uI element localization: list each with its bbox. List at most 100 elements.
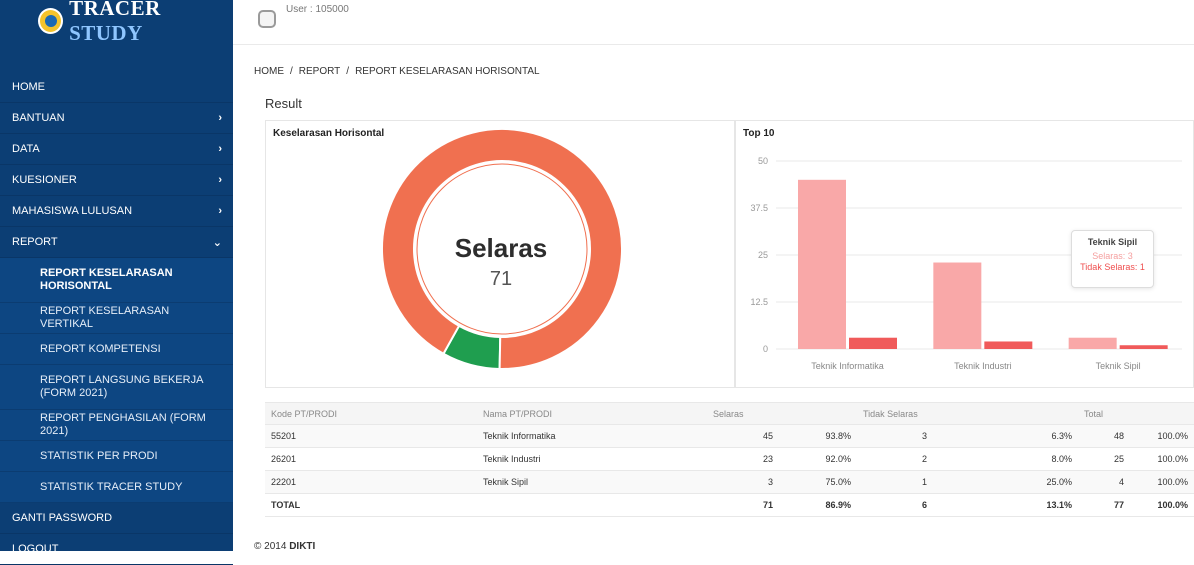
col-header-tidak-pct	[933, 402, 1078, 425]
submenu-report-penghasilan[interactable]: REPORT PENGHASILAN (FORM 2021)	[0, 410, 233, 441]
submenu-statistik-tracer-study[interactable]: STATISTIK TRACER STUDY	[0, 472, 233, 503]
chart-tooltip: Teknik Sipil Selaras: 3 Tidak Selaras: 1	[1071, 230, 1154, 288]
sidebar-item-data[interactable]: DATA ›	[0, 134, 233, 165]
table-row: 22201 Teknik Sipil 3 75.0% 1 25.0% 4 100…	[265, 470, 1194, 494]
y-tick-label: 0	[763, 344, 768, 354]
tut-wuri-logo-icon	[38, 8, 64, 34]
bar-panel-title: Top 10	[743, 128, 775, 139]
cell-kode: 26201	[265, 447, 477, 471]
submenu-report-keselarasan-vertikal[interactable]: REPORT KESELARASAN VERTIKAL	[0, 303, 233, 334]
chevron-right-icon: ›	[218, 112, 222, 124]
chevron-down-icon: ⌄	[212, 236, 222, 249]
bar-selaras[interactable]	[798, 179, 846, 349]
x-tick-label: Teknik Informatika	[811, 361, 884, 371]
cell-tidak-pct: 8.0%	[933, 447, 1078, 471]
col-header-selaras[interactable]: Selaras	[707, 402, 779, 425]
footer-org: DIKTI	[289, 541, 316, 552]
sidebar-item-kuesioner[interactable]: KUESIONER ›	[0, 165, 233, 196]
cell-total: 25	[1078, 447, 1130, 471]
col-header-kode[interactable]: Kode PT/PRODI	[265, 402, 477, 425]
col-header-total-pct	[1130, 402, 1194, 425]
chevron-right-icon: ›	[218, 205, 222, 217]
donut-center-value: 71	[489, 268, 513, 290]
tooltip-title: Teknik Sipil	[1087, 237, 1138, 247]
breadcrumb-report[interactable]: REPORT	[299, 66, 341, 77]
cell-total-selaras: 71	[707, 493, 779, 517]
submenu-report-langsung-bekerja[interactable]: REPORT LANGSUNG BEKERJA (FORM 2021)	[0, 365, 233, 410]
cell-kode: 22201	[265, 470, 477, 494]
cell-tidak: 1	[857, 470, 933, 494]
cell-total-label: TOTAL	[265, 493, 477, 517]
breadcrumb-home[interactable]: HOME	[254, 66, 284, 77]
cell-tidak-pct: 25.0%	[933, 470, 1078, 494]
cell-total-total-pct: 100.0%	[1130, 493, 1194, 517]
bar-tidak-selaras[interactable]	[984, 341, 1033, 349]
bar-tidak-selaras[interactable]	[1119, 345, 1168, 349]
breadcrumb-current: REPORT KESELARASAN HORISONTAL	[355, 66, 540, 77]
cell-total-tidak-pct: 13.1%	[933, 493, 1078, 517]
x-tick-label: Teknik Sipil	[1096, 361, 1141, 371]
cell-tidak-pct: 6.3%	[933, 424, 1078, 448]
x-tick-label: Teknik Industri	[954, 361, 1012, 371]
cell-tidak: 2	[857, 447, 933, 471]
cell-total-pct: 100.0%	[1130, 447, 1194, 471]
cell-nama: Teknik Industri	[477, 447, 707, 471]
col-header-nama[interactable]: Nama PT/PRODI	[477, 402, 707, 425]
sidebar-item-bantuan[interactable]: BANTUAN ›	[0, 103, 233, 134]
user-label: User : 105000	[286, 4, 349, 15]
cell-nama: Teknik Informatika	[477, 424, 707, 448]
sidebar-item-report[interactable]: REPORT ⌄	[0, 227, 233, 258]
submenu-report-kompetensi[interactable]: REPORT KOMPETENSI	[0, 334, 233, 365]
cell-selaras-pct: 75.0%	[779, 470, 857, 494]
table-header-row: Kode PT/PRODI Nama PT/PRODI Selaras Tida…	[265, 402, 1194, 425]
cell-kode: 55201	[265, 424, 477, 448]
cell-total: 48	[1078, 424, 1130, 448]
cell-selaras-pct: 92.0%	[779, 447, 857, 471]
bar-selaras[interactable]	[1068, 337, 1117, 349]
sidebar-menu: HOME BANTUAN › DATA › KUESIONER › MAHASISWA…	[0, 72, 233, 565]
topbar: User : 105000	[233, 0, 1194, 45]
sidebar: TRACER STUDY HOME BANTUAN › DATA › KUESION…	[0, 0, 233, 565]
sidebar-toggle-button[interactable]	[258, 10, 276, 28]
donut-panel-title: Keselarasan Horisontal	[273, 128, 385, 139]
bar-selaras[interactable]	[933, 262, 982, 349]
brand-logo[interactable]: TRACER STUDY	[0, 0, 233, 45]
cell-total-total: 77	[1078, 493, 1130, 517]
col-header-tidak-selaras[interactable]: Tidak Selaras	[857, 402, 933, 425]
cell-selaras: 23	[707, 447, 779, 471]
y-tick-label: 50	[758, 156, 768, 166]
cell-selaras-pct: 93.8%	[779, 424, 857, 448]
y-tick-label: 37.5	[750, 203, 768, 213]
sidebar-item-mahasiswa-lulusan[interactable]: MAHASISWA LULUSAN ›	[0, 196, 233, 227]
sidebar-item-home[interactable]: HOME	[0, 72, 233, 103]
submenu-statistik-per-prodi[interactable]: STATISTIK PER PRODI	[0, 441, 233, 472]
table-total-row: TOTAL 71 86.9% 6 13.1% 77 100.0%	[265, 493, 1194, 517]
footer: © 2014 DIKTI	[254, 541, 316, 552]
brand-title: TRACER STUDY	[69, 0, 161, 45]
sidebar-item-ganti-password[interactable]: GANTI PASSWORD	[0, 503, 233, 534]
table-row: 55201 Teknik Informatika 45 93.8% 3 6.3%…	[265, 424, 1194, 448]
table-row: 26201 Teknik Industri 23 92.0% 2 8.0% 25…	[265, 447, 1194, 471]
breadcrumb: HOME / REPORT / REPORT KESELARASAN HORISONTA…	[254, 66, 540, 77]
cell-nama: Teknik Sipil	[477, 470, 707, 494]
report-submenu: REPORT KESELARASAN HORISONTAL REPORT KES…	[0, 258, 233, 503]
tooltip-selaras: Selaras: 3	[1092, 251, 1133, 261]
chevron-right-icon: ›	[218, 174, 222, 186]
y-tick-label: 25	[758, 250, 768, 260]
donut-center-label: Selaras	[454, 233, 548, 263]
cell-tidak: 3	[857, 424, 933, 448]
cell-total-pct: 100.0%	[1130, 470, 1194, 494]
cell-total-tidak: 6	[857, 493, 933, 517]
bar-tidak-selaras[interactable]	[849, 337, 897, 349]
page-title: Result	[265, 96, 302, 111]
donut-panel: Keselarasan Horisontal Selaras 71	[265, 120, 735, 388]
col-header-selaras-pct	[779, 402, 857, 425]
report-table: Kode PT/PRODI Nama PT/PRODI Selaras Tida…	[265, 402, 1194, 517]
cell-total-pct: 100.0%	[1130, 424, 1194, 448]
submenu-report-keselarasan-horisontal[interactable]: REPORT KESELARASAN HORISONTAL	[0, 258, 233, 303]
chevron-right-icon: ›	[218, 143, 222, 155]
cell-total-selaras-pct: 86.9%	[779, 493, 857, 517]
y-tick-label: 12.5	[750, 297, 768, 307]
sidebar-item-logout[interactable]: LOGOUT	[0, 534, 233, 565]
col-header-total[interactable]: Total	[1078, 402, 1130, 425]
